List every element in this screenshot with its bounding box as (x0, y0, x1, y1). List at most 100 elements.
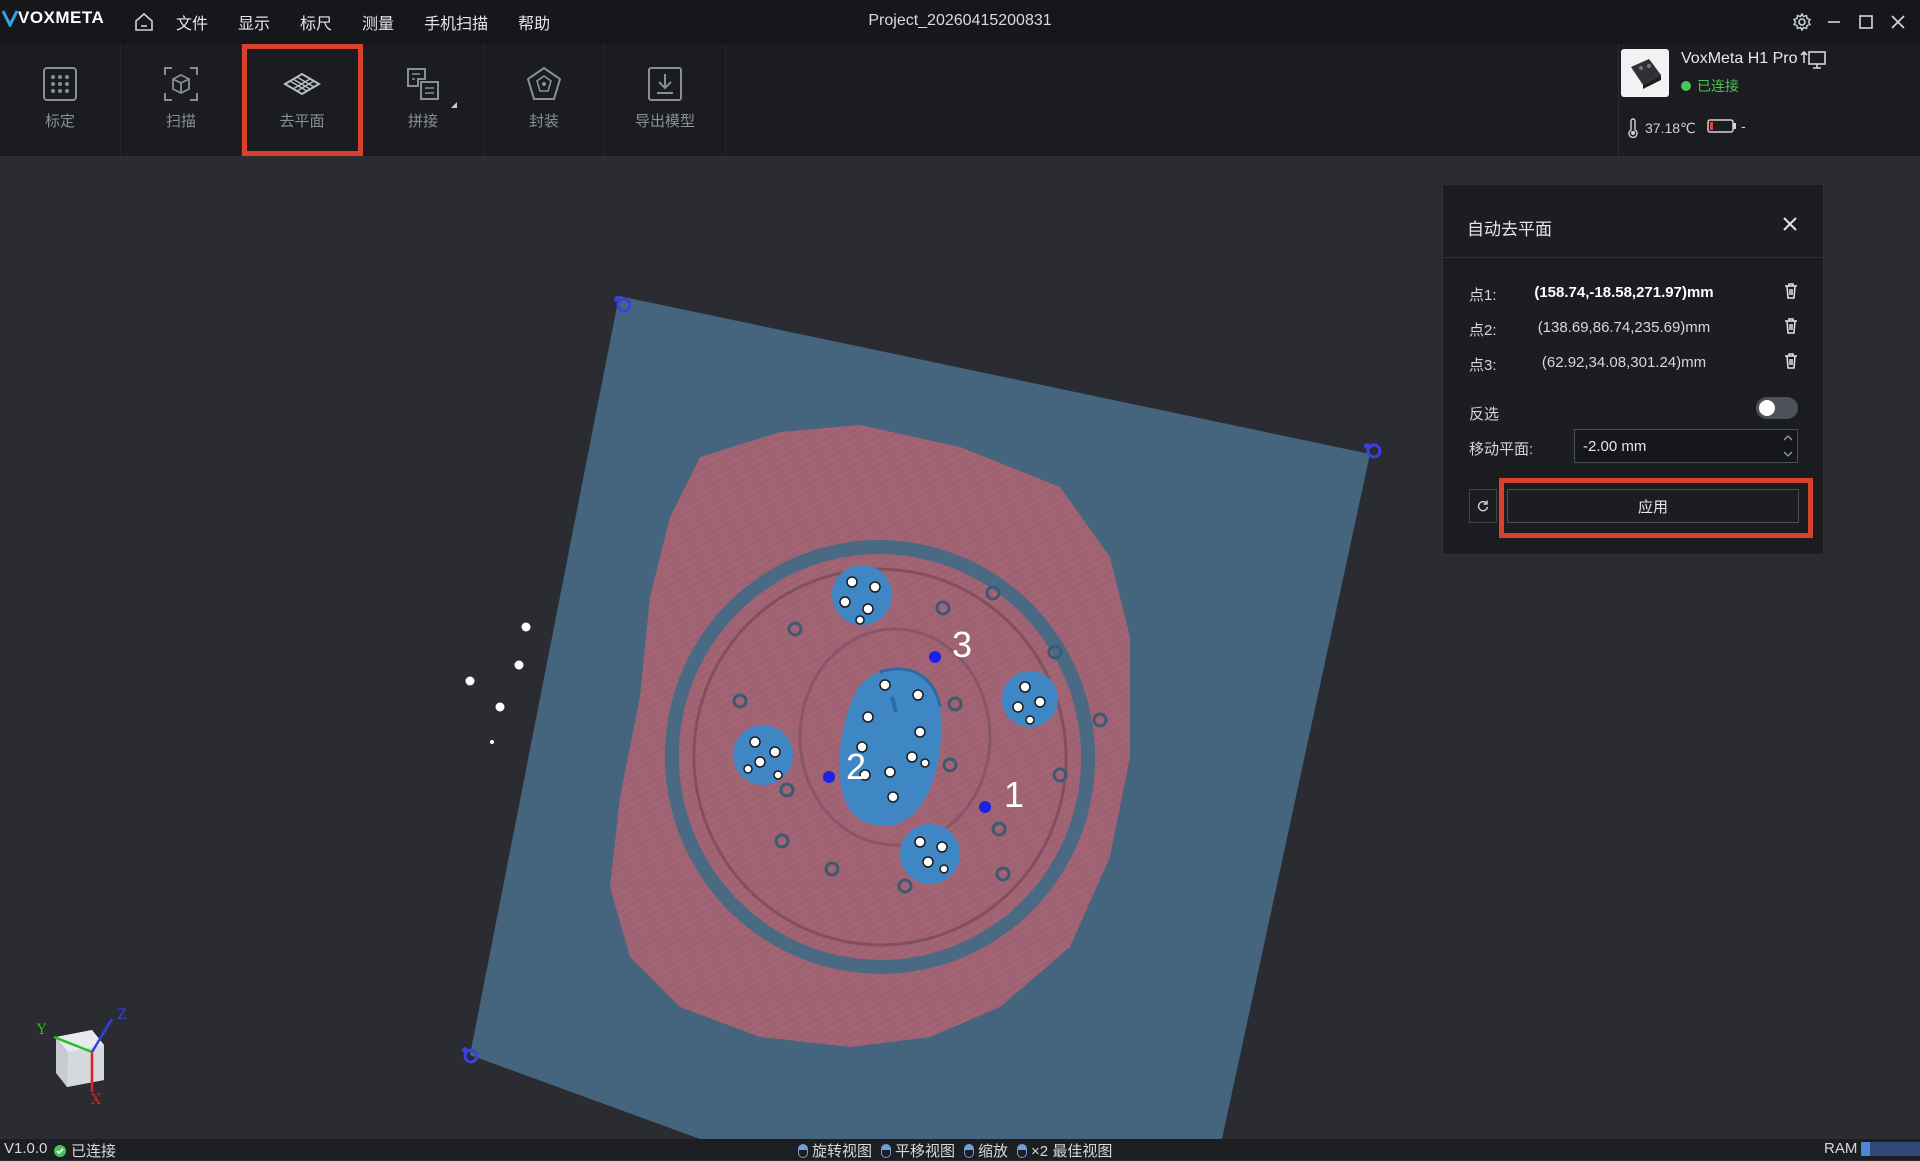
ram-label: RAM (1824, 1140, 1858, 1157)
thermometer-icon (1628, 118, 1638, 138)
menu-phone-scan[interactable]: 手机扫描 (424, 10, 488, 34)
stray-points (465, 622, 531, 744)
hint-best-view: ×2 最佳视图 (1017, 1140, 1112, 1161)
tool-scan[interactable]: 扫描 (121, 44, 242, 156)
toolbar: 标定 扫描 去平面 拼接 封装 导出模型 VoxMeta H1 Pro 已连接 … (0, 44, 1920, 157)
minimize-button[interactable] (1818, 6, 1850, 38)
menu-file[interactable]: 文件 (176, 10, 208, 34)
hint-zoom: 缩放 (964, 1140, 1008, 1161)
tool-export-model-label: 导出模型 (634, 113, 695, 130)
ram-bar (1861, 1141, 1920, 1156)
point-row-1: 点1: (158.74,-18.58,271.97)mm (1469, 280, 1799, 304)
trash-icon[interactable] (1783, 282, 1799, 300)
ram-fill (1861, 1141, 1871, 1156)
ram-usage: RAM (1824, 1140, 1920, 1157)
tool-encapsulate-label: 封装 (528, 113, 559, 130)
point-marker-1: 1 (1004, 774, 1024, 815)
close-icon[interactable] (1781, 215, 1799, 233)
device-status-text: 已连接 (1697, 78, 1739, 94)
menu-measure[interactable]: 测量 (362, 10, 394, 34)
hint-best-view-text: ×2 最佳视图 (1031, 1143, 1113, 1160)
version-label: V1.0.0 (4, 1140, 48, 1157)
point-marker-3: 3 (952, 624, 972, 665)
invert-selection-toggle[interactable] (1756, 397, 1798, 419)
tool-remove-plane[interactable]: 去平面 (242, 44, 363, 156)
refresh-icon (1477, 500, 1489, 512)
scan-cube-icon (164, 67, 198, 101)
mouse-left-icon (798, 1143, 808, 1158)
move-plane-input[interactable] (1574, 429, 1798, 463)
check-circle-icon (54, 1144, 66, 1157)
menu-help[interactable]: 帮助 (518, 10, 550, 34)
window-controls (1786, 0, 1920, 44)
apply-button[interactable]: 应用 (1507, 489, 1799, 523)
device-name: VoxMeta H1 Pro (1681, 50, 1798, 67)
tool-encapsulate[interactable]: 封装 (484, 44, 605, 156)
stitch-icon (407, 68, 439, 100)
tool-calibration-label: 标定 (44, 113, 75, 130)
reset-button[interactable] (1469, 489, 1497, 523)
point-row-2: 点2: (138.69,86.74,235.69)mm (1469, 315, 1799, 339)
device-status: 已连接 (1681, 76, 1739, 96)
panel-title: 自动去平面 (1467, 220, 1552, 239)
scanner-device-icon (1631, 59, 1661, 89)
home-icon[interactable] (131, 9, 157, 35)
point-row-3: 点3: (62.92,34.08,301.24)mm (1469, 350, 1799, 374)
tool-export-model[interactable]: 导出模型 (605, 44, 726, 156)
move-plane-spinner[interactable] (1781, 433, 1795, 459)
axis-y-label: Y (36, 1022, 47, 1038)
move-plane-label: 移动平面: (1469, 441, 1534, 458)
mouse-hints: 旋转视图 平移视图 缩放 ×2 最佳视图 (798, 1140, 1121, 1161)
menu-bar: 文件 显示 标尺 测量 手机扫描 帮助 (176, 0, 580, 44)
app-logo: VOXMETA (2, 8, 104, 28)
spin-down-icon[interactable] (1781, 449, 1795, 459)
point-2-value: (138.69,86.74,235.69)mm (1537, 319, 1711, 336)
menu-display[interactable]: 显示 (238, 10, 270, 34)
temperature-value: 37.18℃ (1645, 119, 1696, 136)
point-2-label: 点2: (1469, 322, 1497, 339)
axis-x-label: X (91, 1092, 101, 1108)
tool-stitch[interactable]: 拼接 (363, 44, 484, 156)
tool-calibration[interactable]: 标定 (0, 44, 121, 156)
battery-icon (1707, 119, 1736, 133)
logo-mark-icon (2, 10, 18, 27)
point-3-value: (62.92,34.08,301.24)mm (1541, 354, 1707, 371)
close-window-button[interactable] (1882, 6, 1914, 38)
mouse-wheel-icon (964, 1143, 975, 1158)
device-info: VoxMeta H1 Pro 已连接 37.18℃ - (1618, 44, 1920, 156)
dropdown-corner-icon (451, 102, 457, 108)
connection-status: 已连接 (53, 1140, 116, 1161)
orientation-cube[interactable]: X Y Z (36, 1007, 127, 1108)
hint-pan: 平移视图 (881, 1140, 955, 1161)
connection-status-text: 已连接 (71, 1143, 117, 1160)
hint-rotate: 旋转视图 (798, 1140, 872, 1161)
mouse-double-icon (1017, 1143, 1028, 1158)
calibration-grid-icon (43, 67, 77, 101)
remove-plane-icon (283, 72, 321, 96)
tool-scan-label: 扫描 (165, 113, 196, 130)
mouse-right-icon (881, 1143, 892, 1158)
status-bar: V1.0.0 已连接 旋转视图 平移视图 缩放 ×2 最佳视图 RAM (0, 1139, 1920, 1160)
encapsulate-icon (526, 66, 562, 100)
minimize-icon (1828, 21, 1840, 23)
device-thumbnail (1621, 49, 1669, 97)
hint-zoom-text: 缩放 (978, 1143, 1009, 1160)
settings-button[interactable] (1786, 6, 1818, 38)
logo-text: VOXMETA (18, 8, 105, 27)
trash-icon[interactable] (1783, 352, 1799, 370)
gear-icon (1792, 12, 1812, 32)
invert-selection-label: 反选 (1469, 406, 1500, 423)
battery-readout: - (1707, 118, 1746, 134)
trash-icon[interactable] (1783, 317, 1799, 335)
hint-pan-text: 平移视图 (895, 1143, 956, 1160)
tool-stitch-label: 拼接 (407, 113, 438, 130)
maximize-button[interactable] (1850, 6, 1882, 38)
battery-value: - (1741, 118, 1746, 134)
temperature-readout: 37.18℃ (1627, 118, 1696, 138)
point-1-label: 点1: (1469, 287, 1497, 304)
point-marker-2: 2 (846, 746, 866, 787)
close-icon (1891, 15, 1905, 29)
menu-ruler[interactable]: 标尺 (300, 10, 332, 34)
spin-up-icon[interactable] (1781, 433, 1795, 443)
axis-z-label: Z (117, 1007, 127, 1023)
